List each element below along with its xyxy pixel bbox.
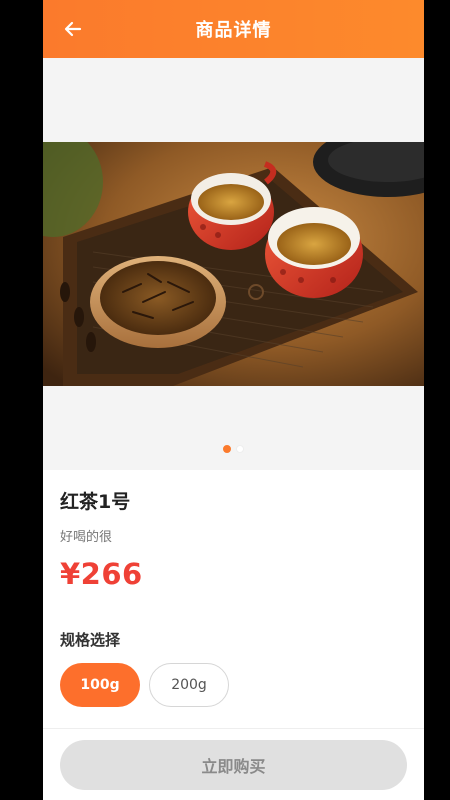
page-title: 商品详情 — [195, 20, 272, 41]
product-image — [43, 142, 424, 386]
spec-option-100g[interactable]: 100g — [60, 663, 140, 707]
product-info: 红茶1号 好喝的很 ¥266 — [60, 487, 410, 591]
spec-options: 100g 200g — [60, 663, 229, 707]
phone-screen: 商品详情 红茶1号 好喝的很 ¥266 规格选择 100g 200g 立即购买 — [43, 0, 424, 800]
arrow-left-icon — [64, 21, 82, 37]
carousel-indicator — [43, 443, 424, 455]
carousel-dot[interactable] — [236, 445, 244, 453]
carousel-dot-active[interactable] — [223, 445, 231, 453]
product-price: ¥266 — [60, 557, 143, 591]
bottom-action-bar: 立即购买 — [43, 728, 424, 800]
spec-title: 规格选择 — [60, 631, 121, 649]
back-button[interactable] — [61, 17, 85, 41]
buy-now-button[interactable]: 立即购买 — [60, 740, 407, 790]
image-carousel[interactable] — [43, 58, 424, 470]
product-description: 好喝的很 — [60, 530, 113, 545]
product-name: 红茶1号 — [60, 491, 131, 513]
app-header: 商品详情 — [43, 0, 424, 58]
spec-option-200g[interactable]: 200g — [149, 663, 229, 707]
